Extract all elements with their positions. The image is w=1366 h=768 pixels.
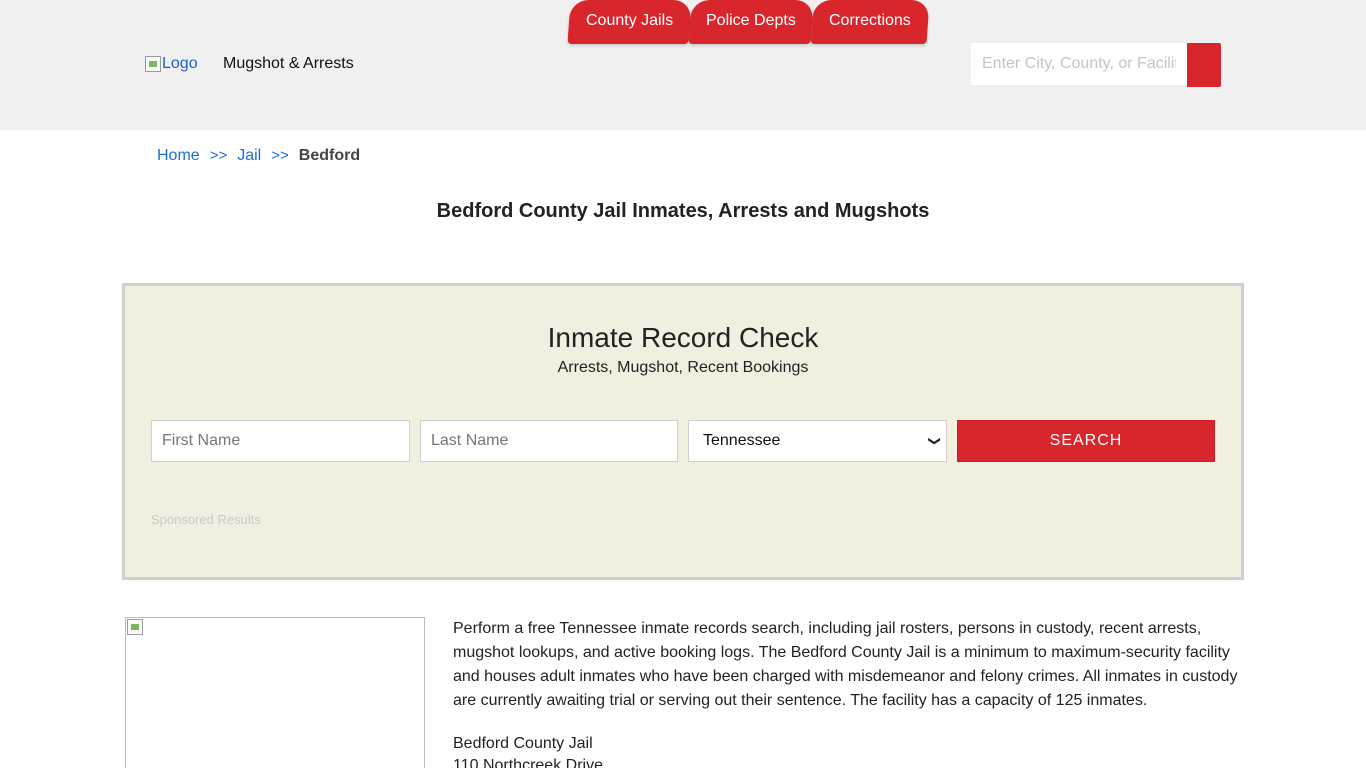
jail-image [125, 617, 425, 768]
nav-tab-label: County Jails [585, 12, 674, 29]
state-select-value: Tennessee [703, 432, 781, 449]
breadcrumb-current: Bedford [298, 147, 361, 164]
jail-address: Bedford County Jail 110 Northcreek Drive [453, 733, 603, 768]
first-name-input[interactable] [151, 420, 410, 462]
nav-tab-corrections[interactable]: Corrections [810, 0, 930, 44]
broken-image-icon [145, 56, 161, 72]
nav-tab-county-jails[interactable]: County Jails [567, 0, 692, 44]
chevron-down-icon: ❯ [927, 435, 942, 447]
breadcrumb-separator: >> [271, 147, 289, 164]
jail-description: Perform a free Tennessee inmate records … [453, 620, 1238, 709]
logo-link[interactable]: Logo [145, 54, 198, 74]
facility-search-input[interactable] [971, 43, 1187, 85]
broken-image-icon [127, 619, 143, 635]
breadcrumb-home[interactable]: Home [157, 147, 200, 165]
page-title: Bedford County Jail Inmates, Arrests and… [436, 200, 930, 222]
breadcrumb-jail[interactable]: Jail [237, 147, 261, 165]
address-name: Bedford County Jail [453, 735, 593, 752]
state-select[interactable]: Tennessee ❯ [688, 420, 947, 462]
logo-alt-text: Logo [162, 55, 198, 72]
nav-tab-label: Police Depts [706, 12, 796, 29]
site-header: Logo Mugshot & Arrests County Jails Poli… [0, 0, 1366, 130]
sponsored-results-label: Sponsored Results [151, 512, 261, 527]
nav-tab-police-depts[interactable]: Police Depts [688, 0, 814, 44]
address-street: 110 Northcreek Drive [453, 757, 603, 768]
record-check-subtitle: Arrests, Mugshot, Recent Bookings [557, 359, 809, 376]
breadcrumb-separator: >> [209, 147, 228, 164]
record-search-button[interactable]: SEARCH [957, 420, 1215, 462]
site-name-link[interactable]: Mugshot & Arrests [223, 55, 354, 73]
facility-search-button[interactable] [1187, 43, 1221, 87]
nav-tab-label: Corrections [829, 12, 911, 29]
record-check-title: Inmate Record Check [547, 322, 819, 353]
breadcrumb: Home >> Jail >> Bedford [157, 147, 360, 165]
inmate-record-check-panel: Inmate Record Check Arrests, Mugshot, Re… [122, 283, 1244, 580]
last-name-input[interactable] [420, 420, 678, 462]
